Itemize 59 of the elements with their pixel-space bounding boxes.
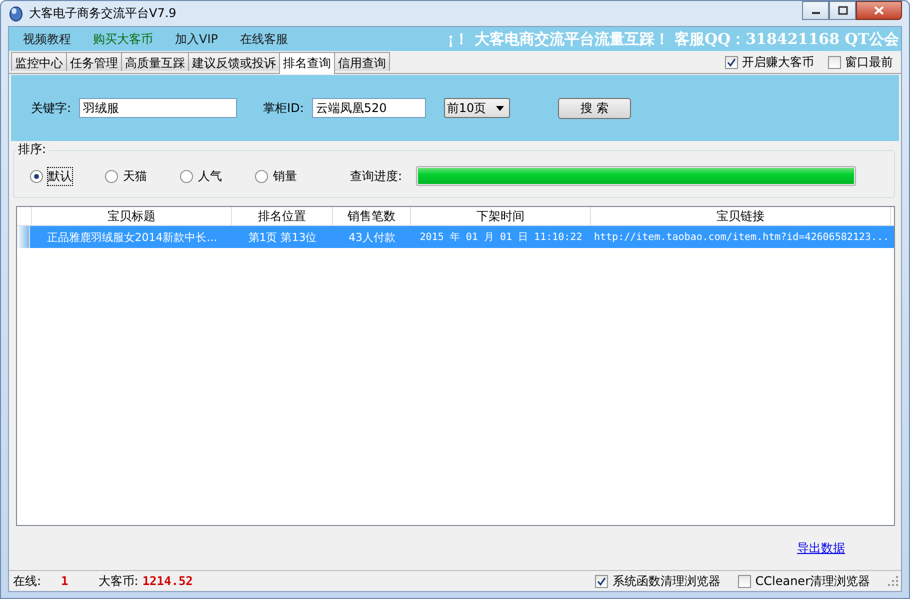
radio-button[interactable] [180, 170, 193, 182]
shop-id-label: 掌柜ID: [263, 100, 304, 116]
table-cell-text: http://item.taobao.com/item.htm?id=42606582123... [593, 232, 890, 242]
checkbox[interactable] [595, 574, 608, 588]
table-cell-text: 43人付款 [348, 230, 396, 244]
column-header[interactable]: 销售笔数 [333, 207, 411, 225]
maximize-button[interactable] [829, 1, 856, 20]
menu-item[interactable]: 购买大客币 [93, 30, 153, 48]
checkbox-label: 系统函数清理浏览器 [612, 572, 720, 590]
radio-label: 销量 [272, 168, 298, 184]
radio-button[interactable] [255, 170, 268, 182]
keyword-field[interactable]: 羽绒服 [79, 98, 238, 118]
marquee-text: ¡！ 大客电商交流平台流量互踩！ 客服QQ：318421168 QT公会 [447, 30, 900, 48]
menu-item[interactable]: 加入VIP [175, 30, 218, 48]
app-icon [9, 6, 23, 22]
column-header[interactable]: 宝贝链接 [591, 207, 891, 225]
checkbox-label: 开启赚大客币 [742, 54, 814, 70]
shop-id-field[interactable]: 云端凤凰520 [312, 98, 426, 118]
online-count: 1 [61, 574, 68, 588]
table-cell-text: 2015 年 01 月 01 日 11:10:22 [418, 231, 584, 244]
column-header[interactable]: 排名位置 [232, 207, 333, 225]
tab[interactable]: 信用查询 [334, 52, 390, 71]
radio-label: 默认 [47, 166, 73, 186]
resize-grip-icon[interactable] [888, 576, 898, 586]
maximize-icon [838, 6, 848, 15]
radio-label: 天猫 [122, 168, 148, 184]
menu-item[interactable]: 视频教程 [23, 30, 71, 48]
export-link[interactable]: 导出数据 [797, 540, 845, 556]
window-title: 大客电子商务交流平台V7.9 [29, 5, 176, 22]
sort-label: 排序: [16, 141, 50, 158]
close-icon [874, 6, 884, 15]
tab[interactable]: 排名查询 [279, 52, 335, 74]
checkbox[interactable] [828, 56, 841, 68]
table-cell-text: 第1页 第13位 [247, 230, 318, 244]
checkbox[interactable] [725, 56, 738, 68]
minimize-button[interactable] [802, 1, 829, 20]
radio-label: 人气 [197, 168, 223, 184]
table-cell-text: 正品雅鹿羽绒服女2014新款中长... [46, 230, 218, 244]
radio-button[interactable] [105, 170, 118, 182]
tab[interactable]: 高质量互踩 [121, 52, 189, 71]
caret-icon [496, 106, 504, 110]
menu-item[interactable]: 在线客服 [240, 30, 288, 48]
checkbox[interactable] [738, 574, 752, 588]
close-button[interactable] [856, 1, 902, 20]
coins-value: 1214.52 [142, 574, 193, 588]
coins-label: 大客币: [98, 572, 138, 590]
column-header[interactable]: 宝贝标题 [32, 207, 232, 225]
online-label: 在线: [13, 572, 42, 590]
column-header[interactable]: 下架时间 [411, 207, 591, 225]
checkbox-label: 窗口最前 [845, 54, 893, 70]
tab[interactable]: 任务管理 [66, 52, 122, 71]
checkbox-label: CCleaner清理浏览器 [755, 572, 870, 590]
tab[interactable]: 建议反馈或投诉 [188, 52, 280, 71]
progress-label: 查询进度: [350, 168, 402, 184]
tab[interactable]: 监控中心 [11, 52, 67, 71]
keyword-label: 关键字: [31, 100, 72, 116]
pages-dropdown[interactable]: 前10页 [444, 98, 510, 118]
search-button[interactable]: 搜 索 [558, 98, 631, 118]
radio-button[interactable] [30, 170, 43, 182]
